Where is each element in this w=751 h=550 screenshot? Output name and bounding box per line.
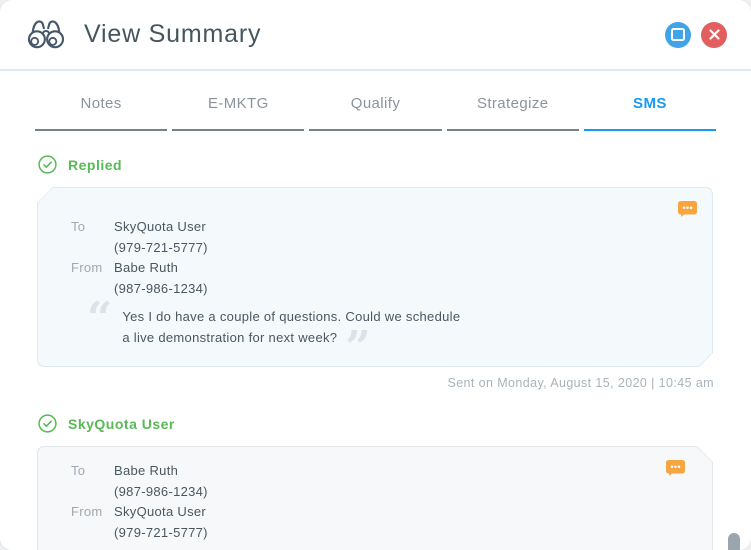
scrollbar-thumb[interactable] <box>728 533 740 550</box>
sent-timestamp: Sent on Monday, August 15, 2020 | 10:45 … <box>0 376 714 390</box>
tab-sms[interactable]: SMS <box>584 95 716 131</box>
quote-close-icon <box>345 322 371 373</box>
to-name: Babe Ruth <box>114 461 713 482</box>
check-circle-icon <box>38 155 57 174</box>
tab-strategize[interactable]: Strategize <box>447 95 579 131</box>
to-label: To <box>71 461 114 482</box>
to-phone: (979-721-5777) <box>114 238 713 259</box>
from-phone: (987-986-1234) <box>114 279 713 300</box>
from-label: From <box>71 502 114 523</box>
quote-open-icon <box>87 306 112 348</box>
status-badge: Replied <box>68 157 122 173</box>
binoculars-icon <box>26 16 66 55</box>
view-summary-modal: View Summary Notes E-MKTG Qualify Strate… <box>0 0 751 550</box>
message-card-sent: To Babe Ruth (987-986-1234) From SkyQuot… <box>37 446 713 550</box>
section-skyquota-user: SkyQuota User <box>38 414 713 433</box>
window-restore-icon <box>671 28 685 41</box>
status-badge: SkyQuota User <box>68 416 175 432</box>
message-card-received: To SkyQuota User (979-721-5777) From Bab… <box>37 187 713 367</box>
tab-bar: Notes E-MKTG Qualify Strategize SMS <box>35 95 716 131</box>
from-name: Babe Ruth <box>114 258 713 279</box>
header-divider <box>0 69 751 71</box>
message-text: Yes I do have a couple of questions. Cou… <box>122 309 460 345</box>
recipient-details: To Babe Ruth (987-986-1234) From SkyQuot… <box>71 446 713 543</box>
recipient-details: To SkyQuota User (979-721-5777) From Bab… <box>71 187 713 299</box>
tab-notes[interactable]: Notes <box>35 95 167 131</box>
restore-window-button[interactable] <box>665 22 691 48</box>
from-label: From <box>71 258 114 279</box>
message-quote: Yes I do have a couple of questions. Cou… <box>87 306 713 348</box>
page-title: View Summary <box>84 20 261 49</box>
to-phone: (987-986-1234) <box>114 482 713 503</box>
close-icon <box>709 29 720 40</box>
check-circle-icon <box>38 414 57 433</box>
sms-message-icon <box>677 200 698 223</box>
from-phone: (979-721-5777) <box>114 523 713 544</box>
tab-qualify[interactable]: Qualify <box>309 95 441 131</box>
from-name: SkyQuota User <box>114 502 713 523</box>
to-label: To <box>71 217 114 238</box>
modal-header: View Summary <box>0 0 751 69</box>
close-button[interactable] <box>701 22 727 48</box>
window-controls <box>665 22 727 48</box>
to-name: SkyQuota User <box>114 217 713 238</box>
sms-message-icon <box>665 459 686 482</box>
tab-e-mktg[interactable]: E-MKTG <box>172 95 304 131</box>
section-replied: Replied <box>38 155 713 174</box>
